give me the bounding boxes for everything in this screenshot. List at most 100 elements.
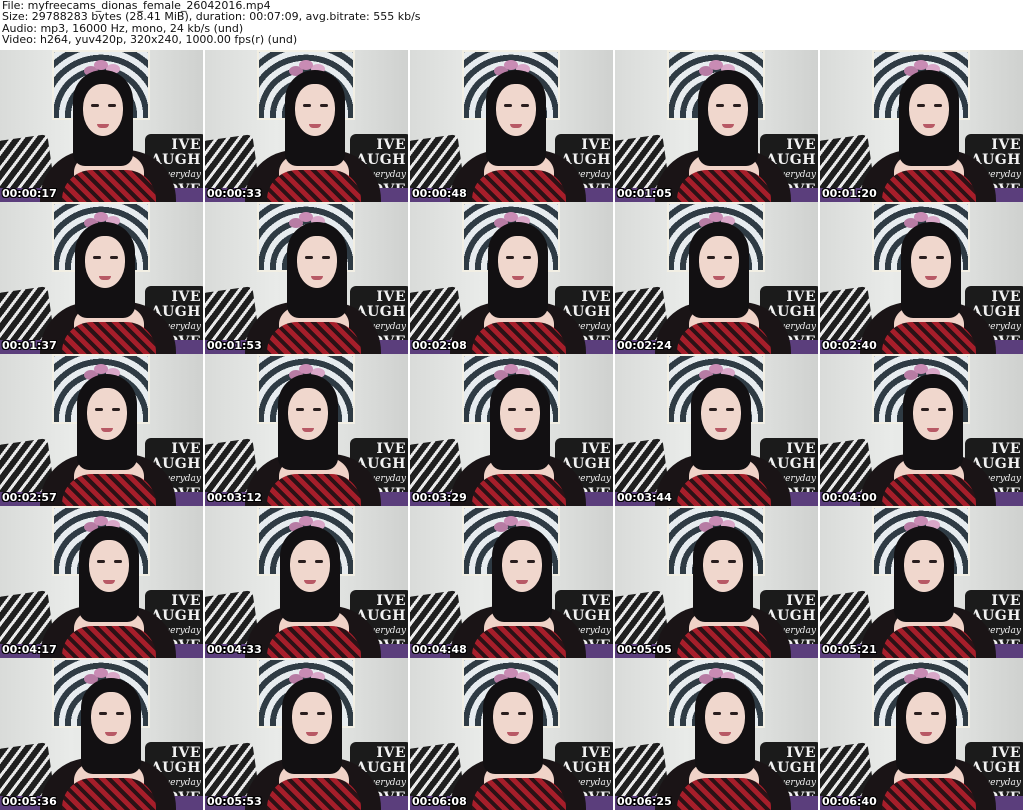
person-face <box>705 692 745 744</box>
pillow-word: IVE <box>376 289 406 305</box>
person-face <box>904 540 944 592</box>
lace-top <box>267 778 361 810</box>
person-eye <box>929 560 937 563</box>
person-eye <box>501 712 509 715</box>
person-face <box>906 692 946 744</box>
video-info-line: Video: h264, yuv420p, 320x240, 1000.00 f… <box>2 33 298 47</box>
person-eye <box>305 256 313 259</box>
video-thumbnail[interactable]: IVE AUGH everyday OVE 00:00:17 <box>0 50 203 202</box>
video-thumbnail[interactable]: IVE AUGH everyday OVE 00:05:05 <box>615 506 818 658</box>
person-face <box>701 388 741 440</box>
person-eye <box>320 104 328 107</box>
timestamp-label: 00:02:40 <box>822 339 877 352</box>
person-eye <box>506 256 514 259</box>
video-thumbnail[interactable]: IVE AUGH everyday OVE 00:00:33 <box>205 50 408 202</box>
person-eye <box>525 408 533 411</box>
video-thumbnail[interactable]: IVE AUGH everyday OVE 00:01:37 <box>0 202 203 354</box>
video-thumbnail[interactable]: IVE AUGH everyday OVE 00:06:25 <box>615 658 818 810</box>
timestamp-label: 00:00:48 <box>412 187 467 200</box>
lace-top <box>677 474 771 506</box>
lace-top <box>677 322 771 354</box>
video-thumbnail[interactable]: IVE AUGH everyday OVE 00:05:36 <box>0 658 203 810</box>
person-face <box>297 236 337 288</box>
timestamp-label: 00:06:08 <box>412 795 467 808</box>
pillow-word: IVE <box>171 745 201 761</box>
video-thumbnail[interactable]: IVE AUGH everyday OVE 00:02:40 <box>820 202 1023 354</box>
pillow-word: IVE <box>786 137 816 153</box>
video-thumbnail[interactable]: IVE AUGH everyday OVE 00:03:12 <box>205 354 408 506</box>
timestamp-label: 00:03:12 <box>207 491 262 504</box>
person-face <box>911 236 951 288</box>
person-face <box>83 84 123 136</box>
person-eye <box>296 408 304 411</box>
video-thumbnail[interactable]: IVE AUGH everyday OVE 00:05:53 <box>205 658 408 810</box>
person-eye <box>912 560 920 563</box>
timestamp-label: 00:04:48 <box>412 643 467 656</box>
person-face <box>292 692 332 744</box>
lace-top <box>267 474 361 506</box>
video-thumbnail[interactable]: IVE AUGH everyday OVE 00:04:33 <box>205 506 408 658</box>
video-thumbnail[interactable]: IVE AUGH everyday OVE 00:04:48 <box>410 506 613 658</box>
person-eye <box>313 408 321 411</box>
video-thumbnail[interactable]: IVE AUGH everyday OVE 00:06:08 <box>410 658 613 810</box>
person-face <box>85 236 125 288</box>
person-face <box>498 236 538 288</box>
video-thumbnail[interactable]: IVE AUGH everyday OVE 00:01:05 <box>615 50 818 202</box>
timestamp-label: 00:05:53 <box>207 795 262 808</box>
video-thumbnail[interactable]: IVE AUGH everyday OVE 00:01:53 <box>205 202 408 354</box>
pillow-word: IVE <box>581 745 611 761</box>
person-eye <box>110 256 118 259</box>
person-eye <box>938 408 946 411</box>
person-face <box>89 540 129 592</box>
video-thumbnail[interactable]: IVE AUGH everyday OVE 00:03:29 <box>410 354 613 506</box>
video-thumbnail[interactable]: IVE AUGH everyday OVE 00:01:20 <box>820 50 1023 202</box>
pillow-word: IVE <box>581 441 611 457</box>
timestamp-label: 00:03:29 <box>412 491 467 504</box>
timestamp-label: 00:01:53 <box>207 339 262 352</box>
timestamp-label: 00:06:40 <box>822 795 877 808</box>
person-face <box>502 540 542 592</box>
lace-top <box>677 778 771 810</box>
person-eye <box>931 712 939 715</box>
person-eye <box>711 560 719 563</box>
video-thumbnail[interactable]: IVE AUGH everyday OVE 00:02:24 <box>615 202 818 354</box>
pillow-word: IVE <box>786 745 816 761</box>
person-eye <box>716 104 724 107</box>
timestamp-label: 00:04:00 <box>822 491 877 504</box>
pillow-word: IVE <box>376 593 406 609</box>
lace-top <box>62 778 156 810</box>
pillow-word: IVE <box>991 593 1021 609</box>
lace-top <box>472 322 566 354</box>
pillow-word: IVE <box>991 289 1021 305</box>
person-eye <box>713 712 721 715</box>
person-eye <box>733 104 741 107</box>
person-face <box>91 692 131 744</box>
person-eye <box>303 104 311 107</box>
video-thumbnail[interactable]: IVE AUGH everyday OVE 00:06:40 <box>820 658 1023 810</box>
pillow-word: IVE <box>786 593 816 609</box>
lace-top <box>472 170 566 202</box>
person-eye <box>726 408 734 411</box>
person-eye <box>724 256 732 259</box>
timestamp-label: 00:01:05 <box>617 187 672 200</box>
file-info-header: File: myfreecams_dionas_female_26042016.… <box>2 0 1020 46</box>
lace-top <box>677 170 771 202</box>
pillow-word: IVE <box>581 593 611 609</box>
video-thumbnail[interactable]: IVE AUGH everyday OVE 00:03:44 <box>615 354 818 506</box>
lace-top <box>472 778 566 810</box>
timestamp-label: 00:04:17 <box>2 643 57 656</box>
video-thumbnail[interactable]: IVE AUGH everyday OVE 00:02:08 <box>410 202 613 354</box>
video-thumbnail[interactable]: IVE AUGH everyday OVE 00:05:21 <box>820 506 1023 658</box>
timestamp-label: 00:01:20 <box>822 187 877 200</box>
person-eye <box>317 712 325 715</box>
video-thumbnail[interactable]: IVE AUGH everyday OVE 00:04:00 <box>820 354 1023 506</box>
lace-top <box>267 322 361 354</box>
person-eye <box>300 712 308 715</box>
lace-top <box>267 626 361 658</box>
person-eye <box>114 560 122 563</box>
pillow-word: IVE <box>786 289 816 305</box>
video-thumbnail[interactable]: IVE AUGH everyday OVE 00:04:17 <box>0 506 203 658</box>
video-thumbnail[interactable]: IVE AUGH everyday OVE 00:02:57 <box>0 354 203 506</box>
video-thumbnail[interactable]: IVE AUGH everyday OVE 00:00:48 <box>410 50 613 202</box>
pillow-word: IVE <box>171 593 201 609</box>
